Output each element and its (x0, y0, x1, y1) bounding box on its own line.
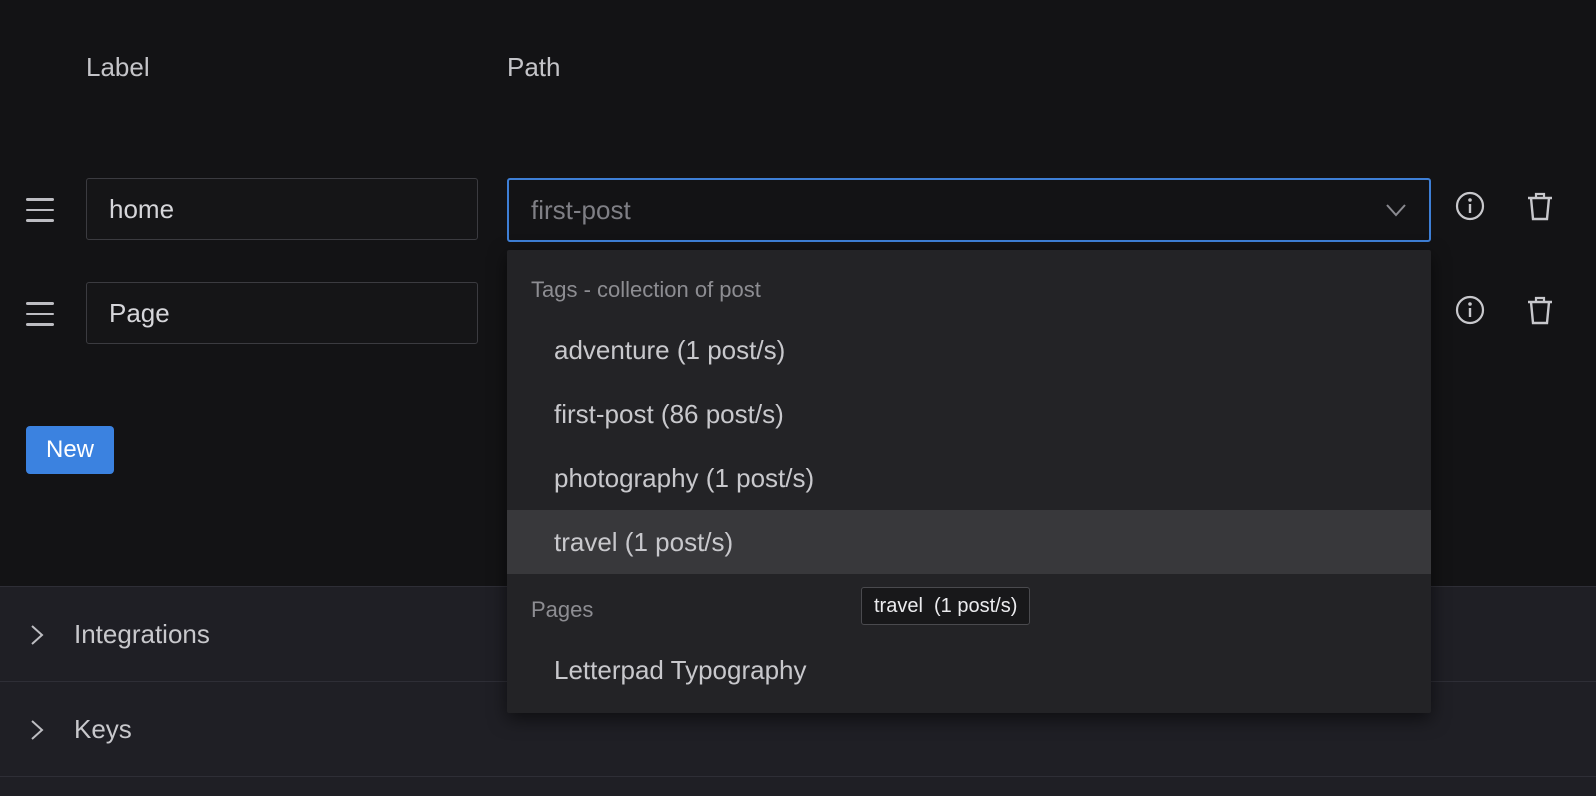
row-1-path-select[interactable]: first-post (507, 178, 1431, 242)
dropdown-group-label-pages: Pages (531, 597, 594, 622)
row-2-delete-icon[interactable] (1523, 293, 1557, 327)
path-column-header: Path (507, 52, 561, 82)
row-1-label-input[interactable] (86, 178, 478, 240)
row-2-info-icon[interactable] (1453, 293, 1487, 327)
row-1-delete-icon[interactable] (1523, 189, 1557, 223)
dropdown-option-first-post[interactable]: first-post (86 post/s) (507, 382, 1431, 446)
chevron-down-icon (1386, 204, 1406, 217)
dropdown-option-letterpad-typography[interactable]: Letterpad Typography (507, 638, 1431, 702)
dropdown-option-photography[interactable]: photography (1 post/s) (507, 446, 1431, 510)
row-1-info-icon[interactable] (1453, 189, 1487, 223)
path-dropdown-menu: Tags - collection of post adventure (1 p… (507, 250, 1431, 713)
new-button[interactable]: New (26, 426, 114, 474)
row-1-drag-handle-icon[interactable] (26, 198, 54, 224)
dropdown-option-adventure[interactable]: adventure (1 post/s) (507, 318, 1431, 382)
chevron-right-icon (31, 625, 44, 645)
dropdown-group-label-tags: Tags - collection of post (531, 277, 761, 302)
next-section[interactable] (0, 776, 1596, 796)
row-2-drag-handle-icon[interactable] (26, 302, 54, 328)
chevron-right-icon (31, 720, 44, 740)
row-2-label-input[interactable] (86, 282, 478, 344)
dropdown-option-travel[interactable]: travel (1 post/s) (507, 510, 1431, 574)
label-column-header: Label (86, 52, 150, 82)
keys-section-title: Keys (74, 714, 132, 744)
integrations-section-title: Integrations (74, 619, 210, 649)
option-tooltip: travel (1 post/s) (861, 587, 1031, 625)
path-select-value: first-post (531, 194, 631, 225)
